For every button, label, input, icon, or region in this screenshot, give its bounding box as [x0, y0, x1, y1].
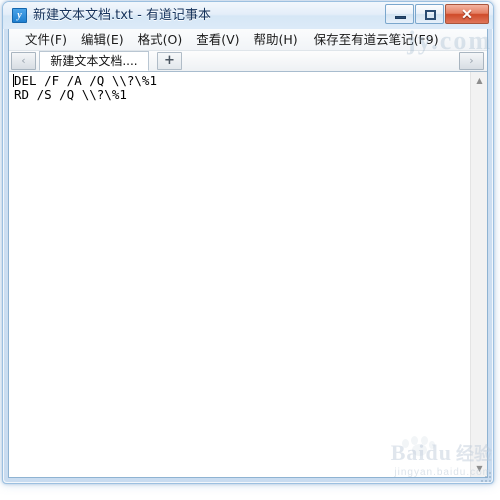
title-bar[interactable]: y 新建文本文档.txt - 有道记事本 ✕	[3, 2, 493, 29]
resize-grip[interactable]	[478, 469, 491, 482]
editor-area: DEL /F /A /Q \\?\%1 RD /S /Q \\?\%1 ▲ ▼	[9, 72, 487, 477]
youdao-note-icon: y	[12, 8, 27, 23]
maximize-button[interactable]	[415, 4, 444, 24]
window-title: 新建文本文档.txt - 有道记事本	[33, 8, 211, 23]
menu-item-view[interactable]: 查看(V)	[189, 30, 246, 50]
screenshot-root: y 新建文本文档.txt - 有道记事本 ✕ 文件(F) 编辑(E) 格式(O)…	[0, 0, 500, 500]
window-controls: ✕	[384, 4, 489, 25]
menu-item-format[interactable]: 格式(O)	[131, 30, 190, 50]
text-editor[interactable]: DEL /F /A /Q \\?\%1 RD /S /Q \\?\%1	[9, 72, 470, 477]
scroll-up-icon[interactable]: ▲	[471, 72, 488, 89]
application-window: y 新建文本文档.txt - 有道记事本 ✕ 文件(F) 编辑(E) 格式(O)…	[2, 1, 494, 484]
menu-item-save-to-youdao-cloud[interactable]: 保存至有道云笔记(F9)	[305, 30, 446, 50]
tab-strip: ‹ 新建文本文档.... + ›	[9, 51, 487, 72]
close-button[interactable]: ✕	[445, 4, 489, 24]
close-icon: ✕	[461, 6, 473, 22]
menu-item-file[interactable]: 文件(F)	[18, 30, 74, 50]
tab-scroll-left-button[interactable]: ‹	[11, 52, 36, 70]
menu-bar: 文件(F) 编辑(E) 格式(O) 查看(V) 帮助(H) 保存至有道云笔记(F…	[9, 29, 487, 51]
baidu-paw-icon	[400, 436, 435, 460]
minimize-button[interactable]	[385, 4, 414, 24]
menu-item-edit[interactable]: 编辑(E)	[74, 30, 131, 50]
maximize-icon	[425, 10, 436, 20]
client-area: 文件(F) 编辑(E) 格式(O) 查看(V) 帮助(H) 保存至有道云笔记(F…	[8, 29, 488, 478]
vertical-scrollbar[interactable]: ▲ ▼	[470, 72, 487, 477]
add-tab-button[interactable]: +	[157, 52, 182, 70]
tab-scroll-right-button[interactable]: ›	[459, 52, 484, 70]
menu-item-help[interactable]: 帮助(H)	[247, 30, 305, 50]
minimize-icon	[395, 16, 406, 19]
tab-new-text-document[interactable]: 新建文本文档....	[39, 51, 149, 71]
